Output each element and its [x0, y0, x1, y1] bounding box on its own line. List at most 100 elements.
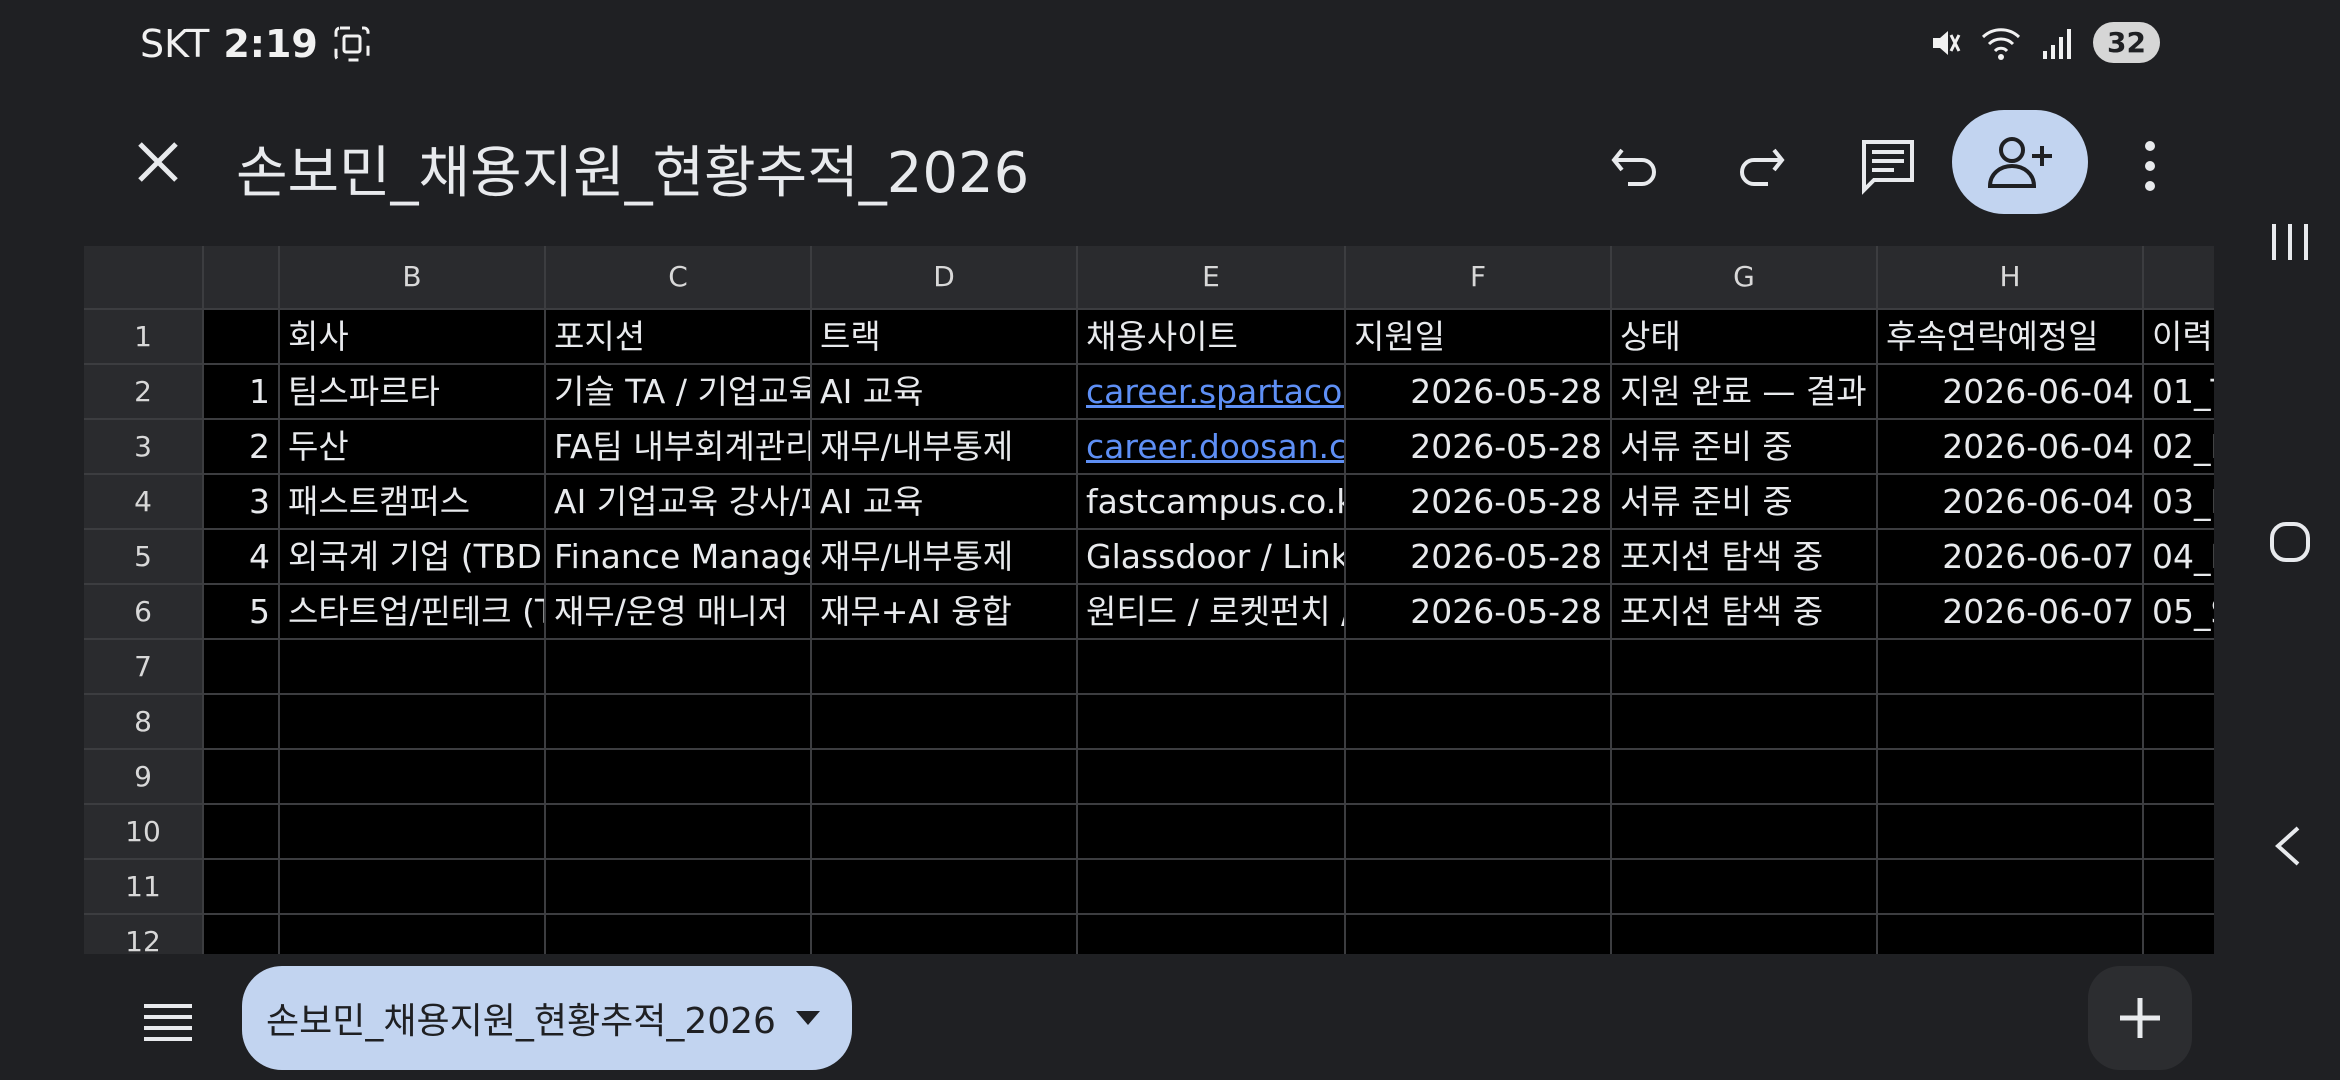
cell[interactable] [1612, 640, 1878, 695]
cell[interactable] [280, 915, 546, 954]
cell[interactable] [1346, 805, 1612, 860]
cell[interactable] [1078, 750, 1346, 805]
cell[interactable]: 2026-05-28 [1346, 420, 1612, 475]
cell[interactable] [2144, 695, 2214, 750]
cell[interactable]: 트랙 [812, 310, 1078, 365]
cell[interactable]: 이력서 [2144, 310, 2214, 365]
cell[interactable] [812, 640, 1078, 695]
cell[interactable]: 기술 TA / 기업교육 [546, 365, 812, 420]
cell[interactable] [1878, 640, 2144, 695]
cell[interactable]: 4 [204, 530, 280, 585]
row-header[interactable]: 9 [84, 750, 204, 805]
cell[interactable] [204, 750, 280, 805]
comments-button[interactable] [1850, 128, 1926, 204]
cell[interactable]: 채용사이트 [1078, 310, 1346, 365]
cell[interactable]: 재무/운영 매니저 [546, 585, 812, 640]
row-header[interactable]: 3 [84, 420, 204, 475]
cell[interactable] [546, 640, 812, 695]
cell[interactable]: 회사 [280, 310, 546, 365]
sheet-tab[interactable]: 손보민_채용지원_현황추적_2026 [242, 966, 852, 1070]
cell[interactable] [546, 860, 812, 915]
cell[interactable] [204, 805, 280, 860]
redo-button[interactable] [1722, 128, 1798, 204]
cell[interactable]: 2026-06-04 [1878, 475, 2144, 530]
back-button[interactable] [2262, 818, 2318, 874]
cell[interactable] [280, 640, 546, 695]
cell[interactable]: Finance Manager [546, 530, 812, 585]
cell[interactable] [2144, 915, 2214, 954]
column-header[interactable]: B [280, 246, 546, 310]
cell[interactable] [812, 695, 1078, 750]
cell[interactable] [204, 310, 280, 365]
undo-button[interactable] [1598, 128, 1674, 204]
cell[interactable]: 스타트업/핀테크 (TBD) [280, 585, 546, 640]
cell[interactable]: 상태 [1612, 310, 1878, 365]
cell[interactable]: AI 기업교육 강사/파트너 [546, 475, 812, 530]
row-header[interactable]: 1 [84, 310, 204, 365]
cell[interactable]: AI 교육 [812, 365, 1078, 420]
cell[interactable] [1612, 695, 1878, 750]
cell[interactable]: 재무/내부통제 [812, 420, 1078, 475]
cell[interactable] [1878, 805, 2144, 860]
row-header[interactable]: 6 [84, 585, 204, 640]
cell[interactable] [280, 750, 546, 805]
row-header[interactable]: 7 [84, 640, 204, 695]
cell[interactable]: 2026-06-07 [1878, 585, 2144, 640]
row-header[interactable]: 5 [84, 530, 204, 585]
row-header[interactable]: 4 [84, 475, 204, 530]
cell[interactable] [2144, 805, 2214, 860]
cell[interactable] [1078, 695, 1346, 750]
cell[interactable]: 후속연락예정일 [1878, 310, 2144, 365]
cell[interactable]: 2026-05-28 [1346, 585, 1612, 640]
cell[interactable] [546, 915, 812, 954]
cell[interactable]: 2026-06-04 [1878, 365, 2144, 420]
cell-link[interactable]: career.doosan.com [1078, 420, 1346, 475]
cell[interactable] [2144, 750, 2214, 805]
cell[interactable] [546, 750, 812, 805]
cell[interactable] [1346, 695, 1612, 750]
cell[interactable]: 포지션 [546, 310, 812, 365]
cell-link[interactable]: career.spartacoding [1078, 365, 1346, 420]
select-all-corner[interactable] [84, 246, 204, 310]
cell[interactable] [1878, 915, 2144, 954]
column-header[interactable]: F [1346, 246, 1612, 310]
cell[interactable] [1346, 640, 1612, 695]
recent-apps-button[interactable] [2262, 214, 2318, 270]
cell[interactable]: 팀스파르타 [280, 365, 546, 420]
cell[interactable]: FA팀 내부회계관리 [546, 420, 812, 475]
cell[interactable]: 2026-05-28 [1346, 530, 1612, 585]
cell[interactable] [812, 915, 1078, 954]
cell[interactable] [812, 750, 1078, 805]
cell[interactable] [280, 860, 546, 915]
cell[interactable] [1878, 860, 2144, 915]
cell[interactable] [1878, 695, 2144, 750]
cell[interactable] [1346, 750, 1612, 805]
cell[interactable] [2144, 640, 2214, 695]
row-header[interactable]: 2 [84, 365, 204, 420]
home-button[interactable] [2262, 514, 2318, 570]
cell[interactable]: fastcampus.co.kr [1078, 475, 1346, 530]
cell[interactable] [280, 805, 546, 860]
share-button[interactable] [1952, 110, 2088, 214]
more-options-button[interactable] [2112, 128, 2188, 204]
cell[interactable]: 04_M [2144, 530, 2214, 585]
cell[interactable] [812, 805, 1078, 860]
cell[interactable]: 포지션 탐색 중 [1612, 530, 1878, 585]
row-header[interactable]: 8 [84, 695, 204, 750]
cell[interactable]: 패스트캠퍼스 [280, 475, 546, 530]
cell[interactable] [1612, 915, 1878, 954]
cell[interactable] [204, 695, 280, 750]
column-header[interactable]: G [1612, 246, 1878, 310]
cell[interactable]: 외국계 기업 (TBD) [280, 530, 546, 585]
cell[interactable]: 지원일 [1346, 310, 1612, 365]
cell[interactable]: 2 [204, 420, 280, 475]
column-header[interactable] [204, 246, 280, 310]
cell[interactable]: 서류 준비 중 [1612, 420, 1878, 475]
cell[interactable] [1078, 915, 1346, 954]
cell[interactable] [546, 805, 812, 860]
cell[interactable] [1612, 805, 1878, 860]
spreadsheet-grid[interactable]: BCDEFGH1회사포지션트랙채용사이트지원일상태후속연락예정일이력서21팀스파… [84, 246, 2214, 954]
cell[interactable]: 2026-06-04 [1878, 420, 2144, 475]
cell[interactable] [204, 860, 280, 915]
cell[interactable]: 5 [204, 585, 280, 640]
